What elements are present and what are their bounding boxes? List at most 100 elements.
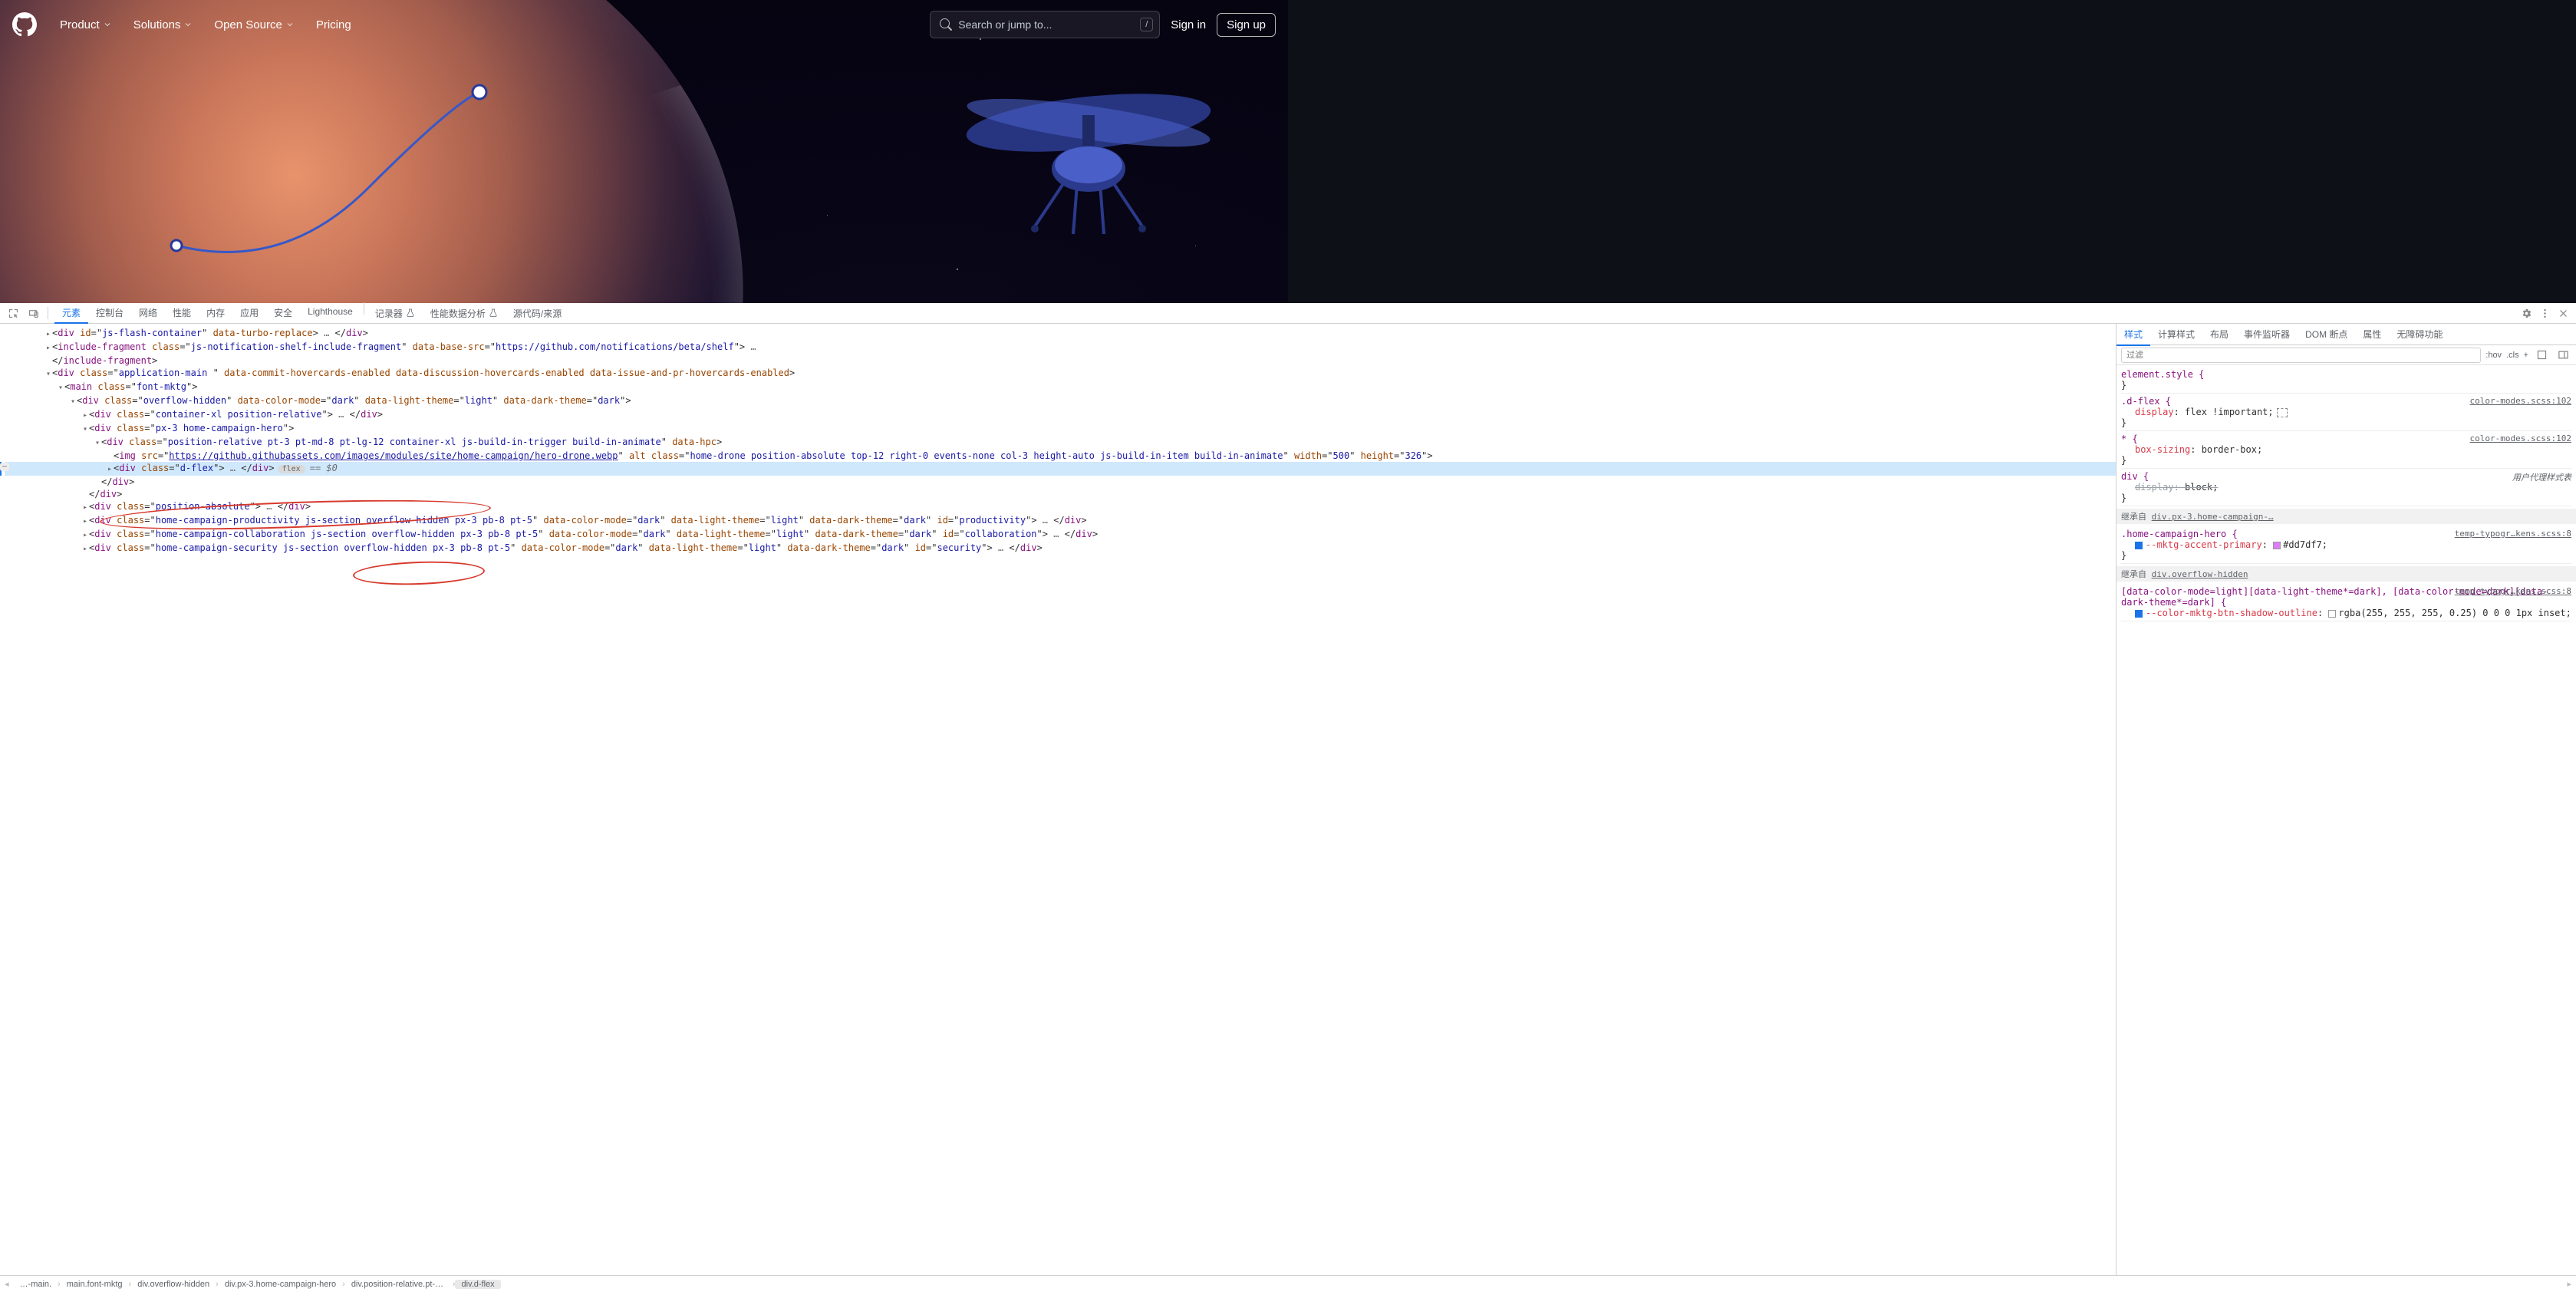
annotation-circle (353, 559, 486, 587)
chevron-right-icon[interactable]: ▸ (2562, 1279, 2576, 1289)
inherit-link[interactable]: div.px-3.home-campaign-… (2152, 512, 2274, 522)
sidebar-toggle-icon[interactable] (2555, 347, 2571, 364)
search-box[interactable]: / (930, 11, 1160, 38)
disclosure-triangle-icon[interactable]: ▸ (81, 516, 89, 528)
breadcrumb-item[interactable]: div.overflow-hidden (131, 1280, 216, 1289)
rule-source-link[interactable]: color-modes.scss:102 (2470, 433, 2571, 443)
disclosure-triangle-icon[interactable]: ▾ (44, 368, 52, 381)
css-rule[interactable]: .d-flex {color-modes.scss:102display: fl… (2121, 394, 2571, 431)
hero-drone (958, 77, 1219, 246)
rule-source-link[interactable]: 用户代理样式表 (2512, 471, 2571, 483)
nav-product[interactable]: Product (51, 12, 121, 38)
inspect-element-icon[interactable] (5, 305, 21, 321)
element-node[interactable]: <img src="https://github.githubassets.co… (5, 450, 2116, 462)
search-input[interactable] (958, 18, 1140, 31)
breadcrumb-item[interactable]: main.font-mktg (61, 1280, 129, 1289)
styles-tab[interactable]: 无障碍功能 (2389, 323, 2450, 345)
element-node[interactable]: ▸<div class="position-absolute"> … </div… (5, 500, 2116, 514)
more-icon[interactable] (2536, 305, 2553, 321)
devtools-tab[interactable]: 安全 (266, 302, 300, 324)
device-toolbar-icon[interactable] (25, 305, 41, 321)
disclosure-triangle-icon[interactable]: ▾ (69, 396, 77, 408)
styles-rules[interactable]: element.style {}.d-flex {color-modes.scs… (2116, 365, 2576, 1275)
css-rule[interactable]: .home-campaign-hero {temp-typogr…kens.sc… (2121, 526, 2571, 564)
breadcrumb-item[interactable]: …-main. (14, 1280, 58, 1289)
element-node[interactable]: ▸<div class="home-campaign-productivity … (5, 514, 2116, 528)
breadcrumb[interactable]: ◂…-main.›main.font-mktg›div.overflow-hid… (0, 1275, 2576, 1292)
element-node[interactable]: ▾<div class="px-3 home-campaign-hero"> (5, 422, 2116, 436)
github-hero: ProductSolutionsOpen SourcePricing / Sig… (0, 0, 1288, 303)
sign-up-button[interactable]: Sign up (1217, 13, 1276, 37)
css-rule[interactable]: div {用户代理样式表display: block;} (2121, 469, 2571, 506)
color-swatch-icon[interactable] (2273, 542, 2281, 549)
styles-tab[interactable]: 事件监听器 (2236, 323, 2298, 345)
element-node[interactable]: </div> (5, 488, 2116, 500)
css-rule[interactable]: * {color-modes.scss:102box-sizing: borde… (2121, 431, 2571, 469)
devtools-tab[interactable]: 元素 (54, 302, 88, 324)
disclosure-triangle-icon[interactable]: ▸ (81, 502, 89, 514)
breadcrumb-item[interactable]: div.d-flex (455, 1280, 500, 1289)
disclosure-triangle-icon[interactable]: ▸ (81, 529, 89, 542)
disclosure-triangle-icon[interactable]: ▾ (57, 382, 64, 394)
chevron-left-icon[interactable]: ◂ (0, 1279, 14, 1289)
devtools-tab[interactable]: 源代码/来源 (506, 302, 569, 324)
devtools-tab[interactable]: 内存 (199, 302, 232, 324)
cls-toggle[interactable]: .cls (2506, 351, 2519, 360)
disclosure-triangle-icon[interactable]: ▸ (81, 410, 89, 422)
styles-tab[interactable]: 计算样式 (2150, 323, 2202, 345)
devtools-tab[interactable]: 控制台 (88, 302, 131, 324)
element-node[interactable]: ▾<div class="overflow-hidden" data-color… (5, 394, 2116, 408)
styles-tab[interactable]: 属性 (2355, 323, 2389, 345)
new-rule-button[interactable]: + (2524, 351, 2528, 360)
element-node[interactable]: ▾<div class="position-relative pt-3 pt-m… (5, 436, 2116, 450)
element-node[interactable]: ▸<div class="d-flex"> … </div>flex== $0 (5, 462, 2116, 476)
nav-pricing[interactable]: Pricing (307, 12, 361, 38)
element-node[interactable]: ▾<main class="font-mktg"> (5, 381, 2116, 394)
disclosure-triangle-icon[interactable]: ▸ (44, 342, 52, 354)
checkbox-icon[interactable] (2135, 542, 2143, 549)
color-swatch-icon[interactable] (2328, 610, 2336, 618)
devtools-tab[interactable]: Lighthouse (300, 302, 361, 324)
rule-source-link[interactable]: color-modes.scss:102 (2470, 396, 2571, 406)
computed-styles-icon[interactable] (2533, 347, 2550, 364)
github-logo-icon[interactable] (12, 12, 37, 37)
nav-open-source[interactable]: Open Source (205, 12, 303, 38)
nav-solutions[interactable]: Solutions (124, 12, 203, 38)
rule-source-link[interactable]: temp-typogr…kens.scss:8 (2455, 529, 2571, 539)
disclosure-triangle-icon[interactable]: ▾ (94, 437, 101, 450)
disclosure-triangle-icon[interactable]: ▸ (44, 328, 52, 341)
element-node[interactable]: ▸<include-fragment class="js-notificatio… (5, 341, 2116, 354)
element-node[interactable]: </include-fragment> (5, 354, 2116, 367)
hov-toggle[interactable]: :hov (2485, 351, 2502, 360)
breadcrumb-item[interactable]: div.px-3.home-campaign-hero (219, 1280, 342, 1289)
disclosure-triangle-icon[interactable]: ▸ (81, 543, 89, 555)
element-node[interactable]: ▸<div id="js-flash-container" data-turbo… (5, 327, 2116, 341)
flex-editor-icon[interactable] (2277, 408, 2288, 417)
styles-tab[interactable]: 布局 (2202, 323, 2236, 345)
devtools-tab[interactable]: 性能 (165, 302, 199, 324)
settings-icon[interactable] (2518, 305, 2535, 321)
devtools-tab[interactable]: 应用 (232, 302, 266, 324)
element-node[interactable]: ▾<div class="application-main " data-com… (5, 367, 2116, 381)
close-devtools-icon[interactable] (2555, 305, 2571, 321)
styles-filter-input[interactable] (2121, 348, 2481, 363)
css-rule[interactable]: element.style {} (2121, 367, 2571, 394)
element-node[interactable]: ▸<div class="container-xl position-relat… (5, 408, 2116, 422)
element-node[interactable]: ▸<div class="home-campaign-security js-s… (5, 542, 2116, 555)
rule-source-link[interactable]: temp-typogr…kens.scss:8 (2455, 586, 2571, 596)
styles-tab[interactable]: 样式 (2116, 323, 2150, 346)
devtools-tab[interactable]: 性能数据分析 (423, 302, 506, 324)
element-node[interactable]: </div> (5, 476, 2116, 488)
disclosure-triangle-icon[interactable]: ▸ (106, 463, 114, 476)
inherit-link[interactable]: div.overflow-hidden (2152, 569, 2248, 579)
breadcrumb-item[interactable]: div.position-relative.pt-3.pt-md-8.pt-lg… (345, 1280, 453, 1289)
devtools-tab[interactable]: 网络 (131, 302, 165, 324)
element-node[interactable]: ▸<div class="home-campaign-collaboration… (5, 528, 2116, 542)
css-rule[interactable]: [data-color-mode=light][data-light-theme… (2121, 584, 2571, 621)
sign-in-link[interactable]: Sign in (1171, 18, 1206, 31)
styles-tab[interactable]: DOM 断点 (2298, 323, 2355, 345)
devtools-tab[interactable]: 记录器 (367, 302, 423, 324)
elements-tree[interactable]: ▸<div id="js-flash-container" data-turbo… (0, 324, 2116, 1275)
disclosure-triangle-icon[interactable]: ▾ (81, 424, 89, 436)
checkbox-icon[interactable] (2135, 610, 2143, 618)
